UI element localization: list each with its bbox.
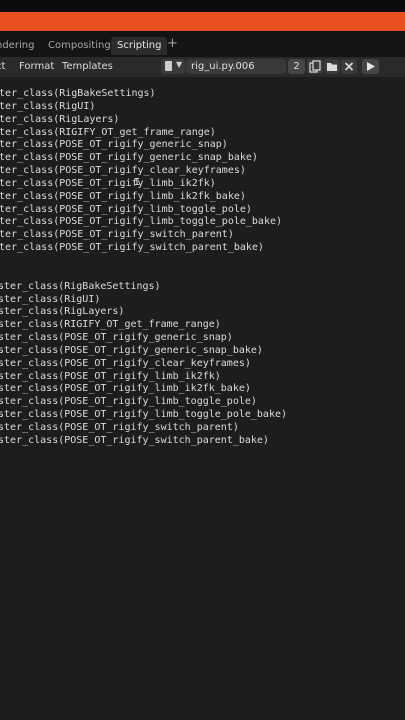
play-icon xyxy=(367,62,375,71)
menu-text[interactable]: ct xyxy=(0,60,5,74)
menu-format[interactable]: Format xyxy=(19,60,54,74)
code-line: ister_class(RigBakeSettings) xyxy=(0,280,161,292)
code-line: ister_class(POSE_OT_rigify_limb_toggle_p… xyxy=(0,203,252,215)
code-line: ister_class(RigUI) xyxy=(0,100,96,112)
code-line: ister_class(POSE_OT_rigify_limb_ik2fk_ba… xyxy=(0,383,251,395)
code-line: ister_class(POSE_OT_rigify_switch_parent… xyxy=(0,421,239,433)
code-line: ister_class(POSE_OT_rigify_generic_snap) xyxy=(0,332,233,344)
code-line: ister_class(RigLayers) xyxy=(0,306,125,318)
text-name-value: rig_ui.py.006 xyxy=(191,61,255,72)
code-line: ister_class(POSE_OT_rigify_clear_keyfram… xyxy=(0,357,251,369)
code-line: ister_class(RIGIFY_OT_get_frame_range) xyxy=(0,319,221,331)
user-count-badge[interactable]: 2 xyxy=(288,59,305,74)
text-datablock-browser[interactable]: ▼ xyxy=(161,59,185,74)
run-script-button[interactable] xyxy=(362,59,379,74)
code-line: ister_class(POSE_OT_rigify_limb_toggle_p… xyxy=(0,396,257,408)
code-line: ister_class(POSE_OT_rigify_switch_parent… xyxy=(0,242,264,254)
code-text: ister_class(RigBakeSettings) ister_class… xyxy=(0,88,287,448)
menu-templates[interactable]: Templates xyxy=(62,60,113,74)
code-line: ister_class(POSE_OT_rigify_clear_keyfram… xyxy=(0,165,246,177)
close-icon xyxy=(344,62,354,71)
code-line: ister_class(POSE_OT_rigify_generic_snap) xyxy=(0,139,228,151)
chevron-down-icon: ▼ xyxy=(176,60,183,69)
code-line: ister_class(POSE_OT_rigify_limb_ik2fk_ba… xyxy=(0,190,246,202)
duplicate-icon xyxy=(309,60,321,73)
code-line: ister_class(POSE_OT_rigify_limb_toggle_p… xyxy=(0,216,283,228)
top-black-strip xyxy=(0,0,405,12)
code-editor[interactable]: ister_class(RigBakeSettings) ister_class… xyxy=(0,77,405,720)
code-line: ister_class(POSE_OT_rigify_limb_ik2fk) xyxy=(0,370,221,382)
tab-scripting[interactable]: Scripting xyxy=(111,37,168,55)
code-line: ister_class(RIGIFY_OT_get_frame_range) xyxy=(0,126,216,138)
folder-icon xyxy=(327,63,337,71)
plus-icon[interactable]: + xyxy=(167,37,178,51)
unlink-button[interactable] xyxy=(341,59,357,74)
tab-compositing[interactable]: Compositing xyxy=(42,37,117,55)
code-line: ister_class(RigLayers) xyxy=(0,113,120,125)
open-button[interactable] xyxy=(324,59,340,74)
duplicate-button[interactable] xyxy=(307,59,323,74)
code-line: ister_class(RigUI) xyxy=(0,293,101,305)
tab-rendering[interactable]: ndering xyxy=(0,37,40,55)
code-line: ister_class(RigBakeSettings) xyxy=(0,88,156,99)
code-line: ister_class(POSE_OT_rigify_limb_ik2fk) xyxy=(0,177,216,189)
workspace-tabbar: ndering Compositing Scripting xyxy=(0,31,405,57)
code-line: ister_class(POSE_OT_rigify_switch_parent… xyxy=(0,229,234,241)
code-line: ister_class(POSE_OT_rigify_generic_snap_… xyxy=(0,344,263,356)
code-line: ister_class(POSE_OT_rigify_switch_parent… xyxy=(0,434,269,446)
top-accent-bar xyxy=(0,12,405,31)
text-cursor-icon: I xyxy=(134,177,141,188)
code-line: ister_class(POSE_OT_rigify_generic_snap_… xyxy=(0,152,258,164)
document-icon xyxy=(165,61,172,71)
text-name-field[interactable]: rig_ui.py.006 xyxy=(186,59,286,74)
code-line: ister_class(POSE_OT_rigify_limb_toggle_p… xyxy=(0,409,288,421)
